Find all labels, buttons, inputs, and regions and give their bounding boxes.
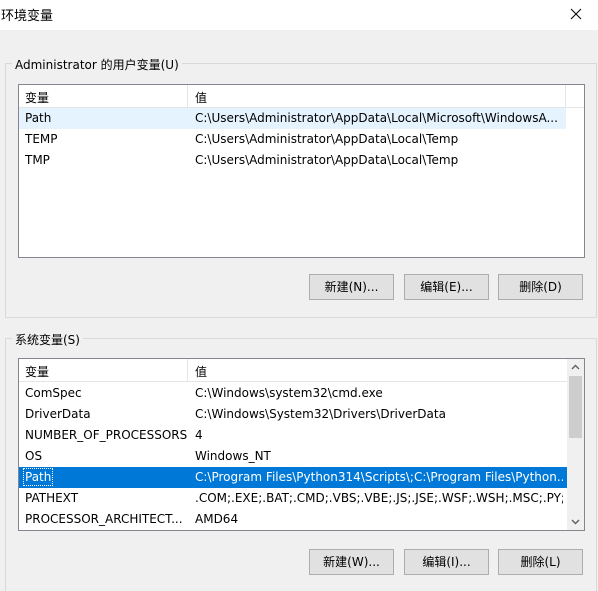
system-list-header: 变量 值 [19, 359, 567, 382]
variable-value: C:\Windows\system32\cmd.exe [195, 386, 383, 400]
user-list-header: 变量 值 [19, 85, 584, 108]
variable-value: .COM;.EXE;.BAT;.CMD;.VBS;.VBE;.JS;.JSE;.… [195, 491, 563, 505]
chevron-up-icon[interactable] [571, 363, 580, 372]
table-row[interactable]: ComSpec C:\Windows\system32\cmd.exe [19, 383, 568, 404]
column-header-value[interactable]: 值 [195, 89, 207, 106]
variable-value: Windows_NT [195, 449, 271, 463]
system-delete-button[interactable]: 删除(L) [498, 549, 583, 575]
column-divider[interactable] [187, 359, 188, 381]
column-divider[interactable] [187, 85, 188, 107]
variable-value: C:\Program Files\Python314\Scripts\;C:\P… [195, 470, 563, 484]
user-variables-label: Administrator 的用户变量(U) [12, 56, 182, 73]
chevron-down-icon[interactable] [571, 517, 580, 526]
table-row[interactable]: Path C:\Users\Administrator\AppData\Loca… [19, 108, 566, 129]
variable-name: PROCESSOR_ARCHITECT... [25, 512, 183, 526]
variable-value: C:\Users\Administrator\AppData\Local\Tem… [195, 153, 459, 167]
variable-value: AMD64 [195, 512, 239, 526]
table-row[interactable]: PATHEXT .COM;.EXE;.BAT;.CMD;.VBS;.VBE;.J… [19, 488, 568, 509]
variable-name: Path [22, 468, 54, 486]
variable-name: NUMBER_OF_PROCESSORS [25, 428, 188, 442]
column-header-variable[interactable]: 变量 [25, 89, 49, 106]
title-bar: 环境变量 [0, 0, 598, 30]
scrollbar-thumb[interactable] [569, 376, 582, 438]
vertical-scrollbar[interactable] [567, 359, 584, 530]
user-variables-list[interactable]: 变量 值 Path C:\Users\Administrator\AppData… [18, 84, 585, 258]
system-edit-button[interactable]: 编辑(I)... [404, 549, 489, 575]
column-header-variable[interactable]: 变量 [25, 363, 49, 380]
variable-name: TEMP [25, 132, 58, 146]
variable-value: C:\Users\Administrator\AppData\Local\Tem… [195, 132, 459, 146]
column-divider[interactable] [565, 85, 566, 107]
table-row[interactable]: TMP C:\Users\Administrator\AppData\Local… [19, 150, 566, 171]
variable-value: C:\Windows\System32\Drivers\DriverData [195, 407, 446, 421]
variable-name: PATHEXT [25, 491, 79, 505]
table-row[interactable]: OS Windows_NT [19, 446, 568, 467]
user-new-button[interactable]: 新建(N)... [309, 274, 394, 300]
variable-value: 4 [195, 428, 203, 442]
table-row-selected[interactable]: Path C:\Program Files\Python314\Scripts\… [19, 467, 568, 488]
table-row[interactable]: TEMP C:\Users\Administrator\AppData\Loca… [19, 129, 566, 150]
table-row[interactable]: PROCESSOR_ARCHITECT... AMD64 [19, 509, 568, 530]
variable-name: Path [25, 111, 52, 125]
close-button[interactable] [558, 0, 598, 30]
variable-name: DriverData [25, 407, 91, 421]
close-icon [570, 8, 582, 20]
user-delete-button[interactable]: 删除(D) [498, 274, 583, 300]
system-new-button[interactable]: 新建(W)... [309, 549, 394, 575]
variable-name: ComSpec [25, 386, 82, 400]
table-row[interactable]: NUMBER_OF_PROCESSORS 4 [19, 425, 568, 446]
variable-value: C:\Users\Administrator\AppData\Local\Mic… [195, 111, 558, 125]
table-row[interactable]: DriverData C:\Windows\System32\Drivers\D… [19, 404, 568, 425]
system-variables-label: 系统变量(S) [12, 331, 83, 348]
system-variables-list[interactable]: 变量 值 ComSpec C:\Windows\system32\cmd.exe… [18, 358, 585, 531]
column-header-value[interactable]: 值 [195, 363, 207, 380]
window-title: 环境变量 [1, 9, 54, 24]
variable-name: TMP [25, 153, 50, 167]
variable-name: OS [25, 449, 43, 463]
user-edit-button[interactable]: 编辑(E)... [404, 274, 489, 300]
